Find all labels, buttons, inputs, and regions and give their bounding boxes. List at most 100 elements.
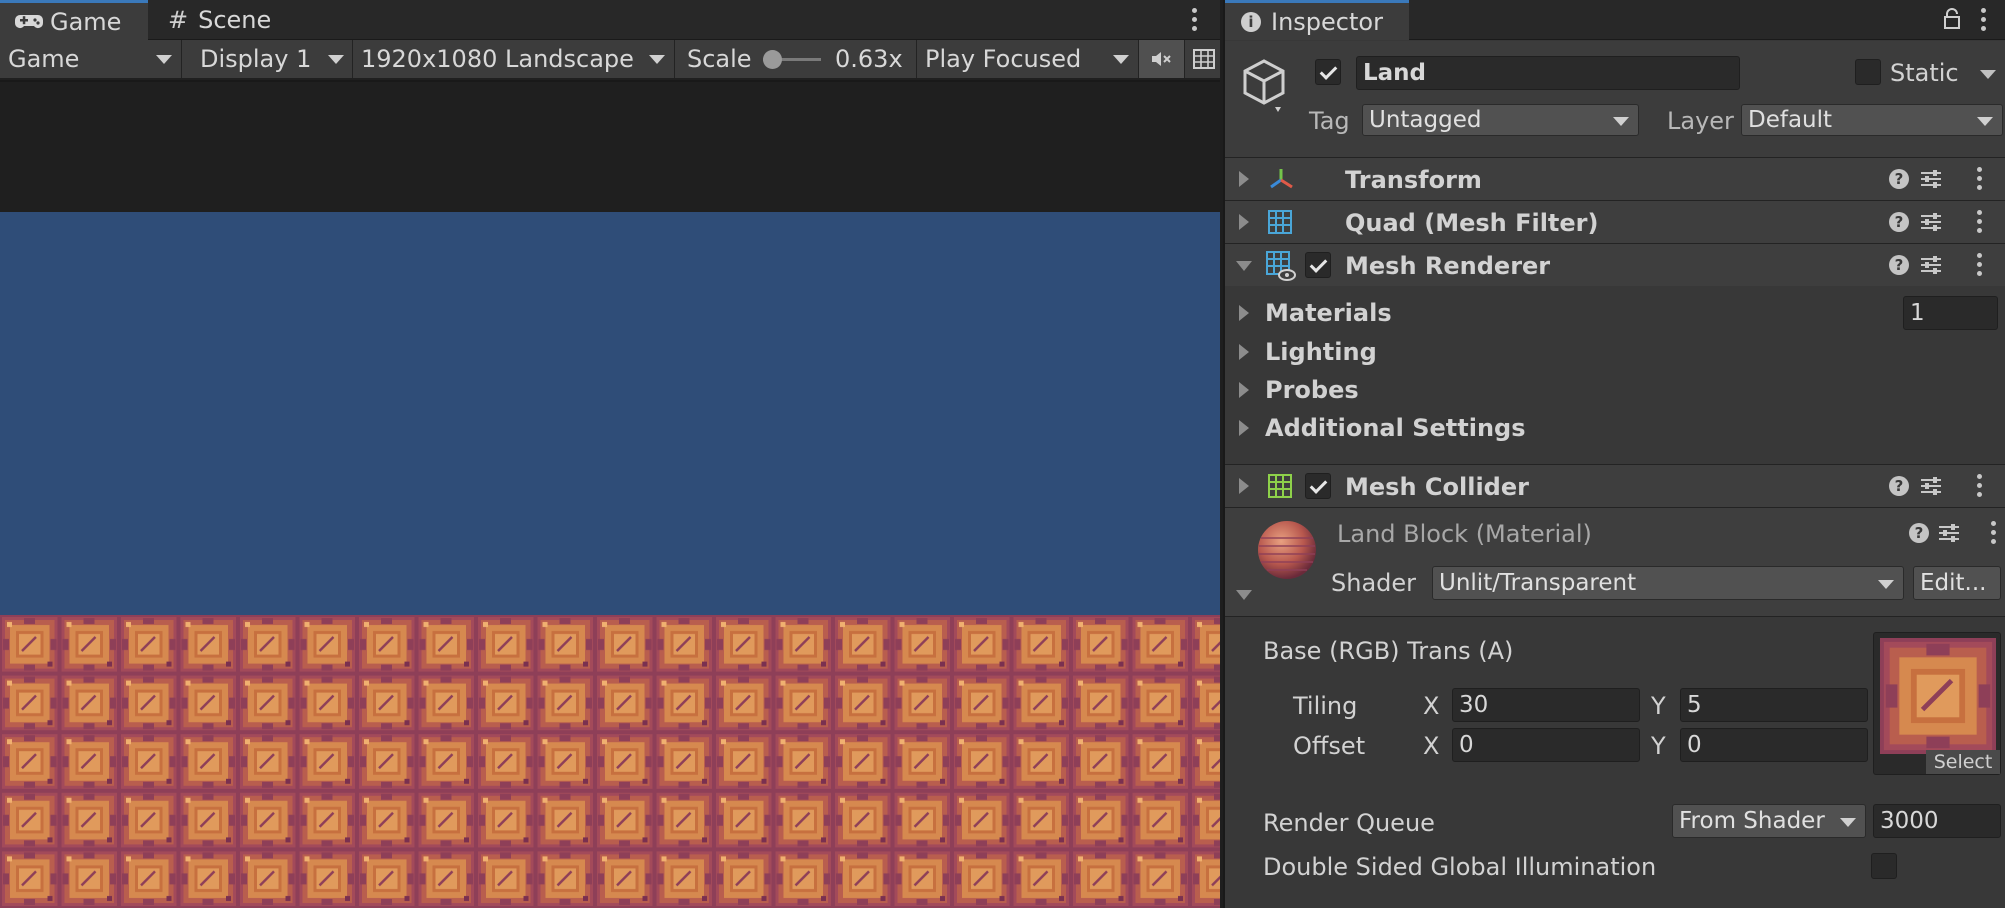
preset-icon[interactable] — [1919, 475, 1943, 497]
mesh-renderer-enabled-checkbox[interactable] — [1305, 252, 1331, 278]
preset-icon[interactable] — [1919, 211, 1943, 233]
texture-select-button[interactable]: Select — [1926, 750, 2000, 774]
info-icon: i — [1241, 11, 1261, 32]
static-checkbox[interactable] — [1855, 59, 1881, 85]
mesh-collider-icon — [1268, 474, 1292, 498]
tab-game-label: Game — [50, 7, 122, 36]
material-body: Base (RGB) Trans (A) Tiling X 30 Y 5 Off… — [1225, 617, 2005, 908]
tag-dropdown[interactable]: Untagged — [1362, 104, 1639, 136]
lighting-label[interactable]: Lighting — [1265, 338, 1377, 366]
component-menu-icon[interactable] — [1977, 167, 1983, 191]
probes-label[interactable]: Probes — [1265, 376, 1359, 404]
game-viewport[interactable] — [0, 82, 1220, 908]
shader-edit-button[interactable]: Edit... — [1913, 566, 2001, 600]
help-icon[interactable]: ? — [1889, 476, 1909, 496]
game-panel-menu-icon[interactable] — [1192, 8, 1198, 32]
fold-arrow-icon[interactable] — [1239, 478, 1249, 494]
lighting-fold-icon[interactable] — [1239, 344, 1249, 360]
game-mode-value: Game — [8, 45, 80, 73]
resolution-value: 1920x1080 Landscape — [361, 45, 634, 73]
object-active-checkbox[interactable] — [1315, 59, 1341, 85]
tab-inspector[interactable]: i Inspector — [1225, 0, 1409, 40]
mute-audio-button[interactable] — [1139, 40, 1185, 78]
help-icon[interactable]: ? — [1889, 169, 1909, 189]
texture-slot[interactable]: Select — [1873, 632, 2001, 775]
layer-value: Default — [1748, 107, 1833, 133]
materials-fold-icon[interactable] — [1239, 305, 1249, 321]
game-panel: Game # Scene Game Display 1 1920x1080 La… — [0, 0, 1220, 908]
help-icon[interactable]: ? — [1889, 255, 1909, 275]
render-queue-source-dropdown[interactable]: From Shader — [1672, 804, 1866, 838]
component-mesh-filter[interactable]: Quad (Mesh Filter) ? — [1225, 200, 2005, 243]
component-menu-icon[interactable] — [1977, 253, 1983, 277]
gamepad-icon — [15, 14, 43, 28]
tab-game[interactable]: Game — [0, 0, 148, 40]
object-header: Land Static Tag Untagged Layer Default — [1225, 41, 2005, 157]
material-sphere-icon — [1258, 521, 1316, 579]
play-mode-dropdown[interactable]: Play Focused — [917, 40, 1139, 78]
additional-settings-fold-icon[interactable] — [1239, 420, 1249, 436]
render-queue-value-field[interactable]: 3000 — [1873, 804, 2001, 838]
chevron-down-icon — [328, 55, 344, 64]
shader-dropdown[interactable]: Unlit/Transparent — [1432, 566, 1904, 600]
inspector-menu-icon[interactable] — [1981, 8, 1987, 32]
mesh-renderer-icon — [1266, 251, 1296, 281]
tab-scene-label: Scene — [198, 6, 272, 34]
game-mode-dropdown[interactable]: Game — [0, 40, 182, 78]
land-tiles — [0, 615, 1220, 908]
static-label: Static — [1890, 59, 1959, 87]
tiling-x-field[interactable]: 30 — [1452, 688, 1640, 722]
scale-slider-handle[interactable] — [763, 50, 782, 69]
additional-settings-label[interactable]: Additional Settings — [1265, 414, 1526, 442]
transform-axes-icon — [1270, 169, 1293, 189]
base-texture-label: Base (RGB) Trans (A) — [1263, 637, 1514, 665]
lock-icon[interactable] — [1943, 8, 1961, 30]
tag-label: Tag — [1309, 107, 1350, 135]
preset-icon[interactable] — [1919, 168, 1943, 190]
tab-scene[interactable]: # Scene — [150, 0, 300, 40]
materials-count-field[interactable]: 1 — [1903, 296, 1998, 330]
mesh-collider-enabled-checkbox[interactable] — [1305, 473, 1331, 499]
static-dropdown-icon[interactable] — [1980, 70, 1996, 79]
component-menu-icon[interactable] — [1977, 474, 1983, 498]
help-icon[interactable]: ? — [1889, 212, 1909, 232]
game-toolbar: Game Display 1 1920x1080 Landscape Scale… — [0, 40, 1220, 80]
material-fold-icon[interactable] — [1236, 590, 1252, 600]
transform-title: Transform — [1345, 166, 1482, 194]
scale-value: 0.63x — [835, 45, 903, 73]
fold-arrow-icon[interactable] — [1239, 214, 1249, 230]
component-mesh-renderer[interactable]: Mesh Renderer ? — [1225, 243, 2005, 286]
inspector-tab-bar: i Inspector — [1225, 0, 2005, 40]
dsgi-checkbox[interactable] — [1871, 853, 1897, 879]
mesh-renderer-body: Materials 1 Lighting Probes Additional S… — [1225, 286, 2005, 464]
component-transform[interactable]: Transform ? — [1225, 157, 2005, 200]
tiling-y-label: Y — [1651, 692, 1666, 720]
offset-x-field[interactable]: 0 — [1452, 728, 1640, 762]
mesh-filter-title: Quad (Mesh Filter) — [1345, 209, 1599, 237]
preset-icon[interactable] — [1919, 254, 1943, 276]
component-menu-icon[interactable] — [1977, 210, 1983, 234]
materials-label[interactable]: Materials — [1265, 299, 1392, 327]
stats-button[interactable] — [1185, 40, 1220, 78]
resolution-dropdown[interactable]: 1920x1080 Landscape — [353, 40, 675, 78]
material-menu-icon[interactable] — [1991, 521, 1997, 545]
scale-control: Scale 0.63x — [675, 40, 917, 78]
component-mesh-collider[interactable]: Mesh Collider ? — [1225, 464, 2005, 507]
chevron-down-icon — [649, 55, 665, 64]
tiling-label: Tiling — [1293, 692, 1358, 720]
fold-arrow-icon[interactable] — [1239, 171, 1249, 187]
preset-icon[interactable] — [1937, 522, 1961, 544]
offset-x-label: X — [1423, 732, 1440, 760]
tiling-y-field[interactable]: 5 — [1680, 688, 1868, 722]
probes-fold-icon[interactable] — [1239, 382, 1249, 398]
help-icon[interactable]: ? — [1909, 523, 1929, 543]
object-name-field[interactable]: Land — [1356, 56, 1740, 90]
layer-dropdown[interactable]: Default — [1741, 104, 2003, 136]
render-queue-label: Render Queue — [1263, 809, 1435, 837]
offset-y-label: Y — [1651, 732, 1666, 760]
material-title: Land Block (Material) — [1337, 520, 1592, 548]
tab-inspector-label: Inspector — [1271, 7, 1383, 36]
display-dropdown[interactable]: Display 1 — [182, 40, 353, 78]
offset-y-field[interactable]: 0 — [1680, 728, 1868, 762]
fold-arrow-icon[interactable] — [1236, 261, 1252, 271]
